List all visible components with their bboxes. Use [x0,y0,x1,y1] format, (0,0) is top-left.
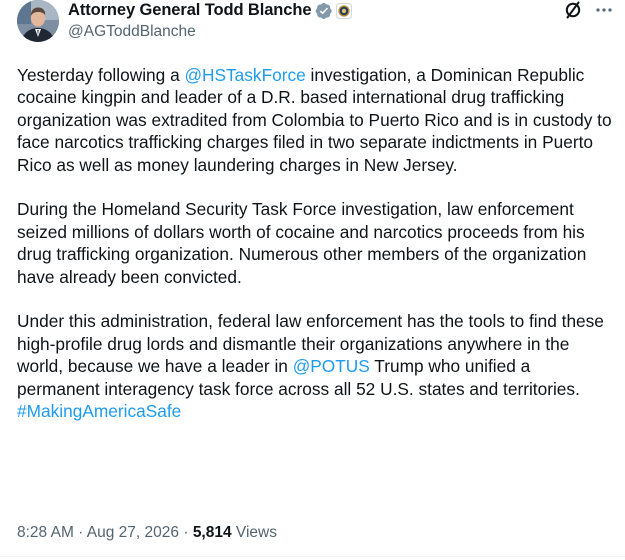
verified-badge-icon[interactable] [315,2,333,20]
views-label: Views [231,524,277,541]
tweet-text: Yesterday following a @HSTaskForce inves… [17,64,615,422]
hashtag-makingamericasafe[interactable]: #MakingAmericaSafe [17,401,181,421]
tweet-date[interactable]: Aug 27, 2026 [87,524,179,541]
mention-hstaskforce[interactable]: @HSTaskForce [184,65,305,85]
tweet-paragraph-3: Under this administration, federal law e… [17,310,615,422]
handle[interactable]: @AGToddBlanche [68,23,196,41]
tweet-actions [563,0,613,20]
tweet-time[interactable]: 8:28 AM [17,524,74,541]
tweet: Attorney General Todd Blanche @AGToddBla… [0,0,625,560]
tweet-paragraph-2: During the Homeland Security Task Force … [17,199,587,287]
grok-icon[interactable] [563,0,583,20]
tweet-meta: 8:28 AM · Aug 27, 2026 · 5,814 Views [17,524,277,542]
meta-separator: · [179,524,193,541]
tweet-paragraph-1: Yesterday following a @HSTaskForce inves… [17,64,615,176]
meta-separator: · [73,524,87,541]
text-segment: Yesterday following a [17,65,185,85]
avatar-image [17,0,59,42]
tweet-header: Attorney General Todd Blanche @AGToddBla… [17,0,617,48]
avatar[interactable] [17,0,59,42]
name-row: Attorney General Todd Blanche [68,1,353,20]
government-seal-icon[interactable] [336,2,353,19]
views-count[interactable]: 5,814 [193,524,232,541]
divider [0,556,625,557]
display-name[interactable]: Attorney General Todd Blanche [68,1,312,20]
more-options-icon[interactable] [595,1,613,19]
mention-potus[interactable]: @POTUS [293,356,370,376]
